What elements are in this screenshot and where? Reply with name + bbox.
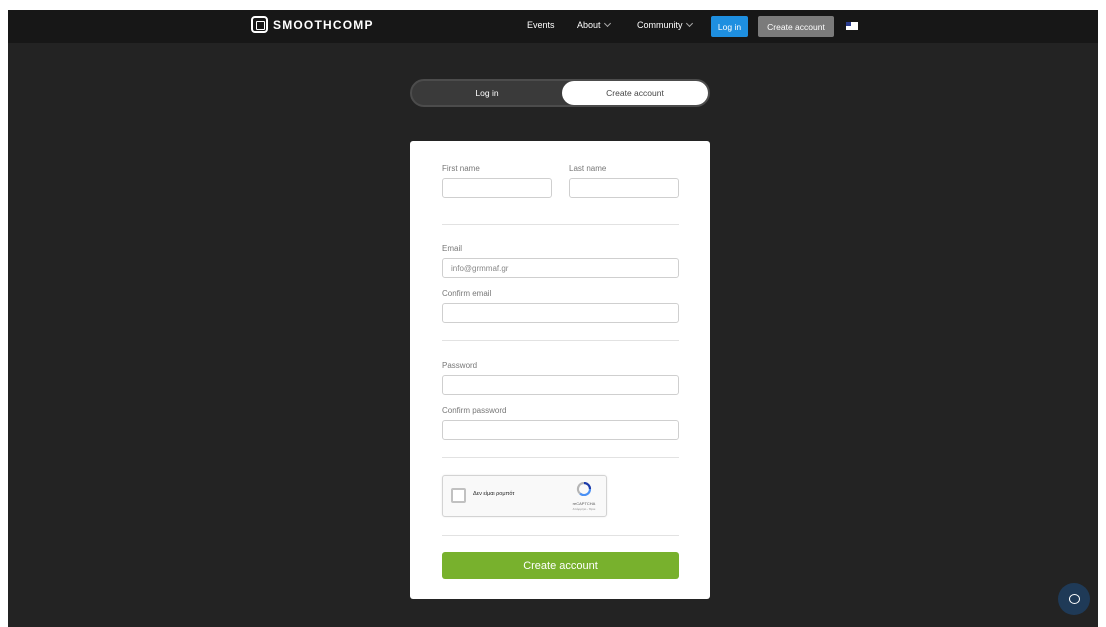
auth-mode-switcher: Log in Create account: [410, 79, 710, 107]
confirm-email-label: Confirm email: [442, 289, 492, 298]
confirm-password-label: Confirm password: [442, 406, 507, 415]
chevron-down-icon: [603, 19, 611, 28]
nav-about[interactable]: About: [577, 19, 611, 30]
nav-community-label: Community: [637, 20, 683, 30]
recaptcha-brand: reCAPTCHA: [572, 501, 596, 506]
password-label: Password: [442, 361, 478, 370]
recaptcha-logo-icon: [576, 482, 592, 496]
divider: [442, 457, 679, 458]
confirm-password-input[interactable]: [442, 420, 679, 440]
recaptcha-terms-link[interactable]: Απόρρητο - Όροι: [565, 507, 603, 511]
us-flag-icon[interactable]: [846, 22, 858, 30]
app-viewport: SMOOTHCOMP Events About Community Log in…: [8, 10, 1098, 627]
nav-create-account-button[interactable]: Create account: [758, 16, 834, 37]
last-name-input[interactable]: [569, 178, 679, 198]
recaptcha-widget: Δεν είμαι ρομπότ reCAPTCHA Απόρρητο - Όρ…: [442, 475, 607, 517]
tab-create-account[interactable]: Create account: [562, 81, 708, 105]
chevron-down-icon: [685, 19, 693, 28]
smoothcomp-logo-icon: [251, 16, 268, 33]
nav-about-label: About: [577, 20, 601, 30]
chat-bubble-icon: [1068, 594, 1080, 604]
nav-login-button[interactable]: Log in: [711, 16, 748, 37]
last-name-label: Last name: [569, 164, 607, 173]
first-name-label: First name: [442, 164, 480, 173]
nav-events[interactable]: Events: [527, 20, 555, 30]
divider: [442, 535, 679, 536]
password-input[interactable]: [442, 375, 679, 395]
top-navigation: SMOOTHCOMP Events About Community Log in…: [8, 10, 1098, 43]
signup-form-card: First name Last name Email Confirm email…: [410, 141, 710, 599]
email-label: Email: [442, 244, 463, 253]
nav-events-label: Events: [527, 20, 555, 30]
create-account-submit-button[interactable]: Create account: [442, 552, 679, 579]
logo[interactable]: SMOOTHCOMP: [251, 16, 374, 33]
first-name-input[interactable]: [442, 178, 552, 198]
chat-button[interactable]: [1058, 583, 1090, 615]
nav-community[interactable]: Community: [637, 19, 693, 30]
tab-login[interactable]: Log in: [412, 81, 562, 105]
logo-text: SMOOTHCOMP: [273, 17, 374, 32]
recaptcha-label: Δεν είμαι ρομπότ: [473, 491, 515, 497]
divider: [442, 224, 679, 225]
confirm-email-input[interactable]: [442, 303, 679, 323]
divider: [442, 340, 679, 341]
recaptcha-checkbox[interactable]: [451, 488, 466, 503]
email-input[interactable]: [442, 258, 679, 278]
